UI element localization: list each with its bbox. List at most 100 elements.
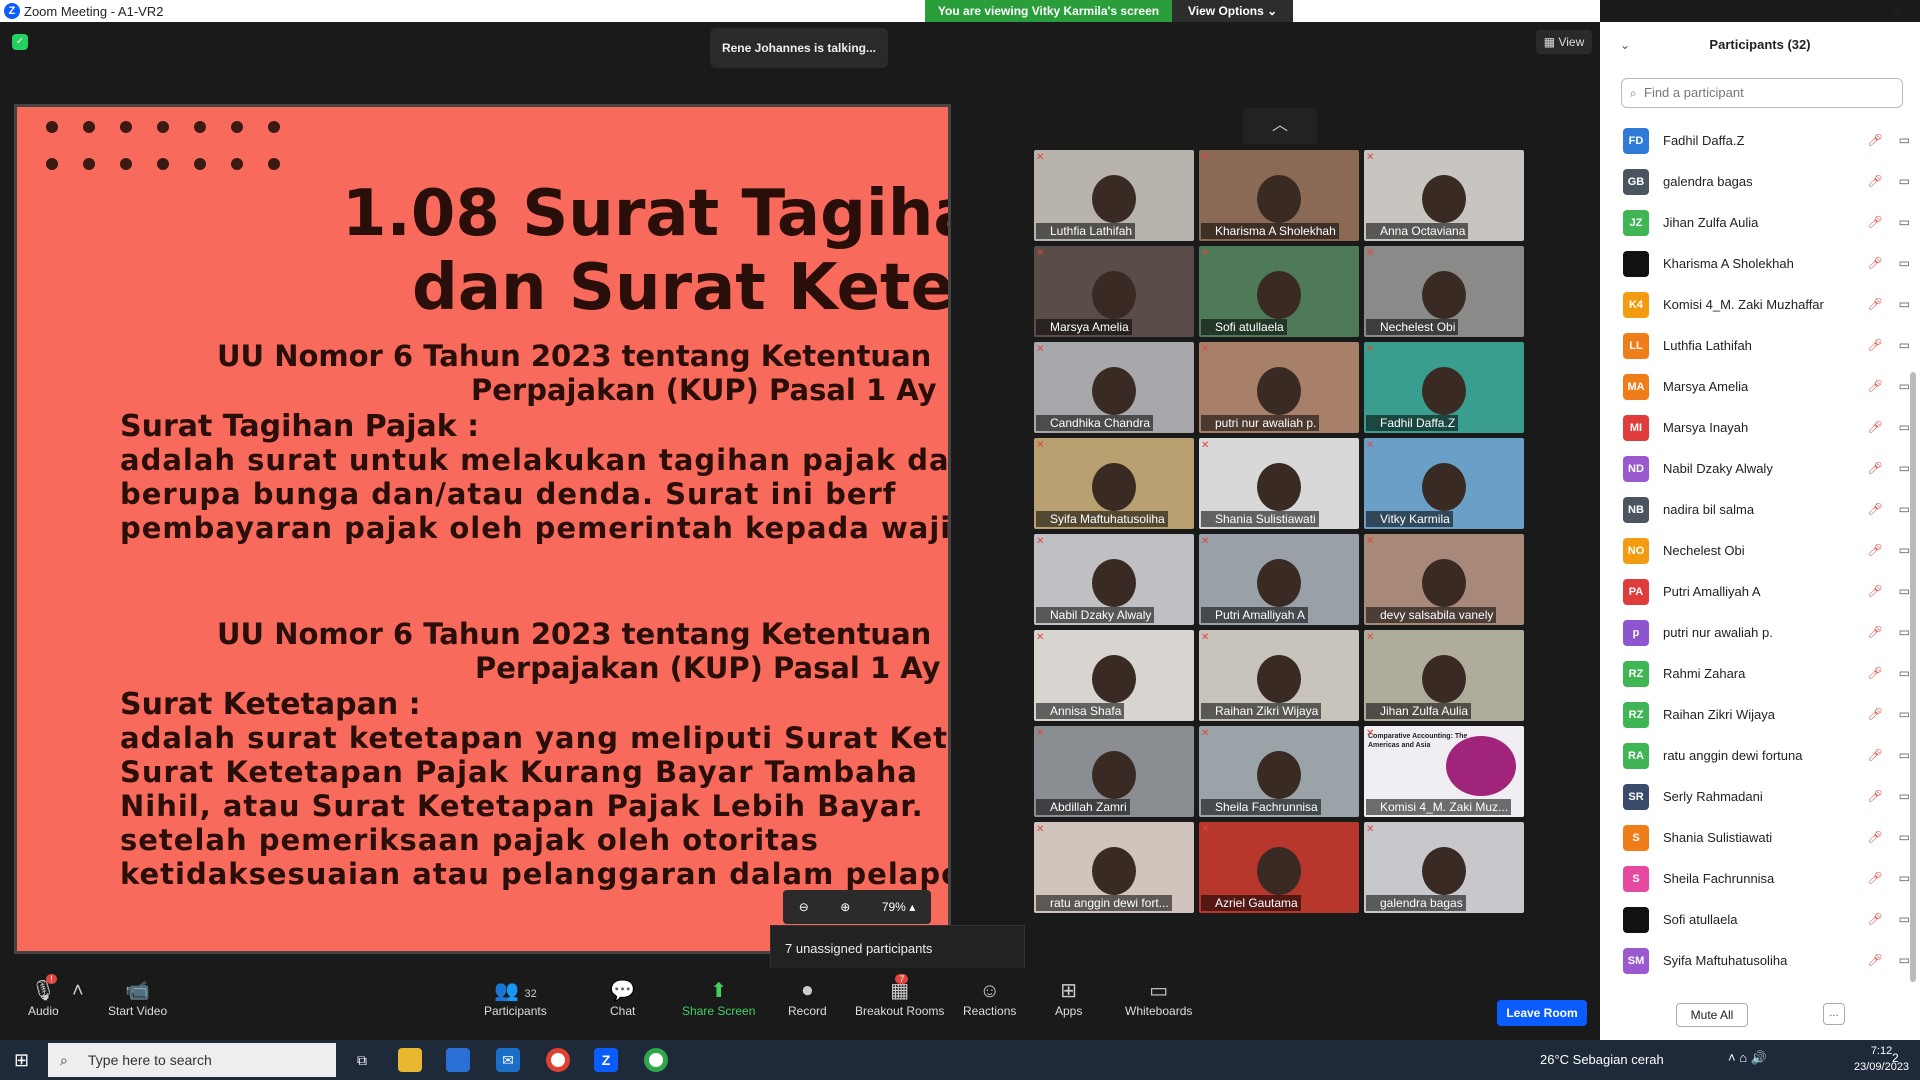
mic-muted-icon[interactable]: 🎤︎ [1867,707,1882,721]
system-tray-icons[interactable]: ˄ ⌂ 🔊 [1728,1050,1767,1066]
share-screen-button[interactable]: ⬆ Share Screen [682,978,755,1018]
participant-row[interactable]: LL Luthfia Lathifah 🎤︎ ▭ [1600,325,1910,366]
participant-row[interactable]: NB nadira bil salma 🎤︎ ▭ [1600,489,1910,530]
participant-row[interactable]: FD Fadhil Daffa.Z 🎤︎ ▭ [1600,120,1910,161]
video-tile[interactable]: ratu anggin dewi fort... ✕ [1034,822,1194,913]
video-off-icon[interactable]: ▭ [1899,707,1910,721]
participant-row[interactable]: RZ Rahmi Zahara 🎤︎ ▭ [1600,653,1910,694]
zoom-level-dropdown[interactable]: 79% ▴ [882,900,915,914]
video-off-icon[interactable]: ▭ [1899,543,1910,557]
more-options-button[interactable]: … [1823,1003,1845,1025]
notifications-icon[interactable]: 2 [1892,1051,1899,1065]
zoom-out-icon[interactable]: ⊖ [799,900,809,914]
mic-muted-icon[interactable]: 🎤︎ [1867,133,1882,147]
video-off-icon[interactable]: ▭ [1899,174,1910,188]
maximize-button[interactable]: □ [1844,0,1852,22]
video-off-icon[interactable]: ▭ [1899,338,1910,352]
leave-room-button[interactable]: Leave Room [1497,1000,1587,1026]
weather-widget[interactable]: 26°C Sebagian cerah [1540,1052,1664,1067]
video-tile[interactable]: galendra bagas ✕ [1364,822,1524,913]
participant-row[interactable]: SR Serly Rahmadani 🎤︎ ▭ [1600,776,1910,817]
participant-row[interactable]: RA ratu anggin dewi fortuna 🎤︎ ▭ [1600,735,1910,776]
video-tile[interactable]: Shania Sulistiawati ✕ [1199,438,1359,529]
mic-muted-icon[interactable]: 🎤︎ [1867,584,1882,598]
participant-row[interactable]: MA Marsya Amelia 🎤︎ ▭ [1600,366,1910,407]
video-tile[interactable]: devy salsabila vanely ✕ [1364,534,1524,625]
video-tile[interactable]: Vitky Karmila ✕ [1364,438,1524,529]
mic-muted-icon[interactable]: 🎤︎ [1867,830,1882,844]
participant-row[interactable]: JZ Jihan Zulfa Aulia 🎤︎ ▭ [1600,202,1910,243]
video-tile[interactable]: Putri Amalliyah A ✕ [1199,534,1359,625]
close-button[interactable]: ✕ [1890,0,1901,22]
video-tile[interactable]: putri nur awaliah p. ✕ [1199,342,1359,433]
whiteboards-button[interactable]: ▭ Whiteboards [1125,978,1192,1018]
mic-muted-icon[interactable]: 🎤︎ [1867,297,1882,311]
video-tile[interactable]: Syifa Maftuhatusoliha ✕ [1034,438,1194,529]
mic-muted-icon[interactable]: 🎤︎ [1867,174,1882,188]
video-off-icon[interactable]: ▭ [1899,297,1910,311]
video-tile[interactable]: Candhika Chandra ✕ [1034,342,1194,433]
mic-muted-icon[interactable]: 🎤︎ [1867,215,1882,229]
file-explorer-icon[interactable] [398,1048,422,1072]
participant-row[interactable]: p putri nur awaliah p. 🎤︎ ▭ [1600,612,1910,653]
video-tile[interactable]: Nabil Dzaky Alwaly ✕ [1034,534,1194,625]
video-off-icon[interactable]: ▭ [1899,830,1910,844]
participant-row[interactable]: K4 Komisi 4_M. Zaki Muzhaffar 🎤︎ ▭ [1600,284,1910,325]
video-tile[interactable]: Azriel Gautama ✕ [1199,822,1359,913]
video-tile[interactable]: Marsya Amelia ✕ [1034,246,1194,337]
participant-row[interactable]: S Shania Sulistiawati 🎤︎ ▭ [1600,817,1910,858]
video-off-icon[interactable]: ▭ [1899,379,1910,393]
video-tile[interactable]: Sofi atullaela ✕ [1199,246,1359,337]
participant-row[interactable]: PA Putri Amalliyah A 🎤︎ ▭ [1600,571,1910,612]
apps-button[interactable]: ⊞ Apps [1055,978,1082,1018]
taskbar-clock[interactable]: 7:12 23/09/2023 [1854,1043,1909,1075]
video-off-icon[interactable]: ▭ [1899,215,1910,229]
store-icon[interactable] [446,1048,470,1072]
video-off-icon[interactable]: ▭ [1899,256,1910,270]
participant-search-input[interactable]: ⌕ Find a participant [1621,78,1903,108]
video-off-icon[interactable]: ▭ [1899,420,1910,434]
reactions-button[interactable]: ☺ Reactions [963,978,1016,1018]
mic-muted-icon[interactable]: 🎤︎ [1867,461,1882,475]
video-tile[interactable]: Nechelest Obi ✕ [1364,246,1524,337]
audio-button[interactable]: 🎙! Audio [28,974,59,1018]
chrome-icon[interactable] [546,1048,570,1072]
video-off-icon[interactable]: ▭ [1899,584,1910,598]
record-button[interactable]: ⏺ Record [788,978,827,1018]
video-off-icon[interactable]: ▭ [1899,625,1910,639]
video-off-icon[interactable]: ▭ [1899,666,1910,680]
zoom-taskbar-icon[interactable]: Z [594,1048,618,1072]
participant-row[interactable]: MI Marsya Inayah 🎤︎ ▭ [1600,407,1910,448]
task-view-icon[interactable]: ⧉ [350,1048,374,1072]
mic-muted-icon[interactable]: 🎤︎ [1867,625,1882,639]
video-off-icon[interactable]: ▭ [1899,748,1910,762]
video-off-icon[interactable]: ▭ [1899,789,1910,803]
video-tile[interactable]: Raihan Zikri Wijaya ✕ [1199,630,1359,721]
participant-row[interactable]: Kharisma A Sholekhah 🎤︎ ▭ [1600,243,1910,284]
minimize-button[interactable]: – [1799,0,1806,22]
mute-all-button[interactable]: Mute All [1676,1003,1748,1027]
video-off-icon[interactable]: ▭ [1899,502,1910,516]
video-tile[interactable]: Fadhil Daffa.Z ✕ [1364,342,1524,433]
audio-options-chevron[interactable]: ˄ [72,978,84,1004]
mic-muted-icon[interactable]: 🎤︎ [1867,379,1882,393]
security-shield-icon[interactable]: ✓ [12,34,28,50]
video-tile[interactable]: Anna Octaviana ✕ [1364,150,1524,241]
chrome-profile-icon[interactable] [644,1048,668,1072]
mic-muted-icon[interactable]: 🎤︎ [1867,953,1882,967]
mic-muted-icon[interactable]: 🎤︎ [1867,871,1882,885]
participant-row[interactable]: SM Syifa Maftuhatusoliha 🎤︎ ▭ [1600,940,1910,981]
video-tile[interactable]: Sheila Fachrunnisa ✕ [1199,726,1359,817]
video-tile[interactable]: Annisa Shafa ✕ [1034,630,1194,721]
video-tile[interactable]: Luthfia Lathifah ✕ [1034,150,1194,241]
video-off-icon[interactable]: ▭ [1899,912,1910,926]
panel-scrollbar[interactable] [1910,372,1916,982]
video-off-icon[interactable]: ▭ [1899,871,1910,885]
mic-muted-icon[interactable]: 🎤︎ [1867,666,1882,680]
participant-row[interactable]: Sofi atullaela 🎤︎ ▭ [1600,899,1910,940]
mic-muted-icon[interactable]: 🎤︎ [1867,420,1882,434]
participant-row[interactable]: RZ Raihan Zikri Wijaya 🎤︎ ▭ [1600,694,1910,735]
participant-row[interactable]: ND Nabil Dzaky Alwaly 🎤︎ ▭ [1600,448,1910,489]
mic-muted-icon[interactable]: 🎤︎ [1867,789,1882,803]
video-tile[interactable]: Abdillah Zamri ✕ [1034,726,1194,817]
